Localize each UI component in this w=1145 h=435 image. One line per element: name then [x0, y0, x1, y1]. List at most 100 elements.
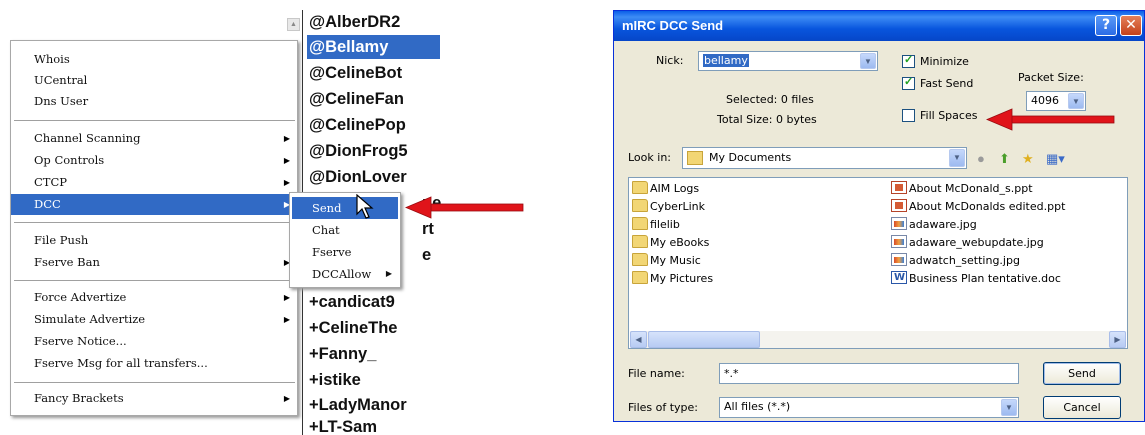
- file-name-label: File name:: [628, 367, 685, 380]
- menu-item-file-push[interactable]: File Push: [11, 230, 299, 251]
- menu-item-fserve-msg-all[interactable]: Fserve Msg for all transfers...: [11, 353, 299, 374]
- nick-item-partial[interactable]: e: [420, 243, 444, 267]
- list-item[interactable]: My Music: [632, 252, 701, 269]
- list-item[interactable]: CyberLink: [632, 198, 705, 215]
- menu-item-ucentral[interactable]: UCentral: [11, 70, 299, 91]
- menu-item-simulate-advertize[interactable]: Simulate Advertize ▶: [11, 309, 299, 330]
- menu-item-fancy-brackets[interactable]: Fancy Brackets ▶: [11, 388, 299, 409]
- menu-item-fserve-ban[interactable]: Fserve Ban ▶: [11, 252, 299, 273]
- packet-size-value: 4096: [1031, 94, 1059, 107]
- menu-item-label: DCC: [34, 197, 61, 211]
- list-item[interactable]: filelib: [632, 216, 680, 233]
- submenu-item-chat[interactable]: Chat: [292, 219, 398, 241]
- menu-item-op-controls[interactable]: Op Controls ▶: [11, 150, 299, 171]
- up-folder-icon[interactable]: ⬆: [999, 151, 1010, 167]
- list-item[interactable]: AIM Logs: [632, 180, 699, 197]
- list-item[interactable]: adaware_webupdate.jpg: [891, 234, 1044, 251]
- submenu-item-label: Fserve: [312, 245, 352, 259]
- fast-send-checkbox[interactable]: [902, 75, 915, 90]
- new-folder-icon[interactable]: ★: [1022, 151, 1034, 167]
- scroll-right-icon[interactable]: ▶: [1109, 331, 1126, 348]
- menu-item-fserve-notice[interactable]: Fserve Notice...: [11, 331, 299, 352]
- file-name-input[interactable]: *.*: [719, 363, 1019, 384]
- list-item[interactable]: My Pictures: [632, 270, 713, 287]
- submenu-arrow-icon: ▶: [385, 269, 392, 278]
- submenu-item-send[interactable]: Send: [292, 197, 398, 219]
- scroll-up-icon[interactable]: ▲: [287, 18, 300, 31]
- submenu-item-fserve[interactable]: Fserve: [292, 241, 398, 263]
- scrollbar-thumb[interactable]: [648, 331, 760, 348]
- packet-size-label: Packet Size:: [1018, 71, 1084, 84]
- menu-item-label: Fancy Brackets: [34, 391, 124, 405]
- folder-name: CyberLink: [650, 200, 705, 213]
- submenu-arrow-icon: ▶: [283, 293, 290, 302]
- list-item[interactable]: adwatch_setting.jpg: [891, 252, 1020, 269]
- list-item[interactable]: About McDonalds edited.ppt: [891, 198, 1065, 215]
- menu-item-channel-scanning[interactable]: Channel Scanning ▶: [11, 128, 299, 149]
- nick-item[interactable]: @DionLover: [307, 165, 440, 189]
- nick-item-selected[interactable]: @Bellamy: [307, 35, 440, 59]
- folder-name: AIM Logs: [650, 182, 700, 195]
- red-arrow-icon: [986, 108, 1115, 131]
- chevron-down-icon[interactable]: ▼: [1068, 93, 1084, 109]
- close-button[interactable]: ✕: [1120, 15, 1142, 36]
- nick-combo[interactable]: bellamy ▼: [698, 51, 878, 71]
- view-menu-icon[interactable]: ▦▾: [1046, 151, 1065, 167]
- menu-item-label: Dns User: [34, 94, 89, 108]
- chevron-down-icon[interactable]: ▼: [860, 53, 876, 69]
- nick-item-partial[interactable]: rt: [420, 217, 444, 241]
- file-name: Business Plan tentative.doc: [909, 272, 1061, 285]
- dcc-send-dialog: mIRC DCC Send ? ✕ Nick: bellamy ▼ Select…: [613, 10, 1145, 422]
- submenu-item-dccallow[interactable]: DCCAllow ▶: [292, 263, 398, 285]
- list-item[interactable]: My eBooks: [632, 234, 709, 251]
- folder-name: My eBooks: [650, 236, 710, 249]
- help-button[interactable]: ?: [1095, 15, 1117, 36]
- horizontal-scrollbar[interactable]: ◀ ▶: [630, 331, 1126, 348]
- fill-spaces-checkbox[interactable]: [902, 109, 915, 122]
- submenu-arrow-icon: ▶: [283, 156, 290, 165]
- nick-item[interactable]: @CelineBot: [307, 61, 440, 85]
- nick-item[interactable]: @CelineFan: [307, 87, 440, 111]
- help-icon: ?: [1101, 17, 1111, 33]
- nick-item[interactable]: +Fanny_: [307, 342, 440, 366]
- nick-item[interactable]: @DionFrog5: [307, 139, 440, 163]
- list-item[interactable]: About McDonald_s.ppt: [891, 180, 1033, 197]
- menu-item-whois[interactable]: Whois: [11, 49, 299, 70]
- files-of-type-select[interactable]: All files (*.*) ▼: [719, 397, 1019, 418]
- menu-item-dcc[interactable]: DCC ▶: [11, 194, 299, 215]
- minimize-checkbox[interactable]: [902, 53, 915, 68]
- nick-item[interactable]: @AlberDR2: [307, 10, 440, 34]
- menu-item-force-advertize[interactable]: Force Advertize ▶: [11, 287, 299, 308]
- menu-item-label: Simulate Advertize: [34, 312, 146, 326]
- list-item[interactable]: Business Plan tentative.doc: [891, 269, 1061, 287]
- nick-item[interactable]: +LadyManor: [307, 393, 440, 417]
- context-menu: Whois UCentral Dns User Channel Scanning…: [10, 40, 299, 416]
- chevron-down-icon[interactable]: ▼: [1001, 399, 1017, 416]
- folder-icon: [632, 217, 648, 230]
- title-bar[interactable]: mIRC DCC Send ? ✕: [614, 11, 1144, 41]
- nick-item[interactable]: +istike: [307, 368, 440, 392]
- chevron-down-icon[interactable]: ▼: [949, 149, 965, 167]
- files-of-type-label: Files of type:: [628, 401, 699, 414]
- cancel-button[interactable]: Cancel: [1043, 396, 1121, 419]
- folder-icon: [632, 271, 648, 284]
- menu-item-dns-user[interactable]: Dns User: [11, 91, 299, 112]
- scroll-left-icon[interactable]: ◀: [630, 331, 647, 348]
- list-item[interactable]: adaware.jpg: [891, 216, 977, 233]
- nick-item[interactable]: +LT-Sam: [307, 415, 440, 435]
- jpg-icon: [891, 217, 907, 230]
- submenu-item-label: DCCAllow: [312, 267, 372, 281]
- menu-separator: [14, 382, 295, 384]
- nick-item[interactable]: @CelinePop: [307, 113, 440, 137]
- send-button[interactable]: Send: [1043, 362, 1121, 385]
- back-icon[interactable]: ●: [977, 151, 985, 166]
- nick-label: Nick:: [656, 54, 684, 67]
- menu-item-label: Whois: [34, 52, 70, 66]
- nick-value: bellamy: [703, 54, 749, 67]
- nick-item[interactable]: +candicat9: [307, 290, 440, 314]
- menu-item-ctcp[interactable]: CTCP ▶: [11, 172, 299, 193]
- nick-item[interactable]: +CelineThe: [307, 316, 440, 340]
- folder-icon: [632, 235, 648, 248]
- submenu-arrow-icon: ▶: [283, 394, 290, 403]
- look-in-combo[interactable]: My Documents ▼: [682, 147, 967, 169]
